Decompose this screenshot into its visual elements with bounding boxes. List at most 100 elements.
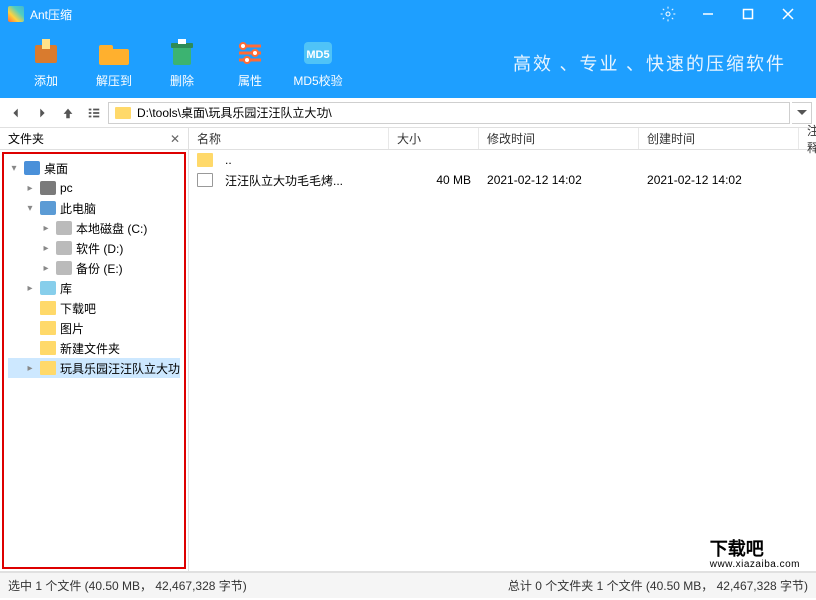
col-note[interactable]: 注释 <box>799 128 816 149</box>
expander-icon[interactable]: ▾ <box>8 163 20 174</box>
titlebar: Ant压缩 <box>0 0 816 28</box>
tree-item[interactable]: 图片 <box>8 318 180 338</box>
sidebar-header: 文件夹 ✕ <box>0 128 188 150</box>
settings-button[interactable] <box>648 0 688 28</box>
file-name: 汪汪队立大功毛毛烤... <box>217 172 389 189</box>
col-name[interactable]: 名称 <box>189 128 389 149</box>
tree-item[interactable]: ▸ pc <box>8 178 180 198</box>
extract-icon <box>96 38 132 68</box>
tree-item-label: pc <box>60 181 73 195</box>
file-size: 40 MB <box>389 173 479 187</box>
extract-label: 解压到 <box>96 72 132 89</box>
delete-label: 删除 <box>170 72 194 89</box>
add-button[interactable]: 添加 <box>12 32 80 94</box>
path-text: D:\tools\桌面\玩具乐园汪汪队立大功\ <box>137 104 332 121</box>
expander-icon[interactable]: ▸ <box>24 363 36 374</box>
main: 文件夹 ✕ ▾桌面 ▸ pc ▾ 此电脑 ▸ 本地磁盘 (C:) ▸ 软件 (D:) ▸ 备份 (E… <box>0 128 816 572</box>
watermark-main: 下载吧 <box>710 539 764 559</box>
delete-icon <box>164 38 200 68</box>
tree-item[interactable]: ▸ 玩具乐园汪汪队立大功 <box>8 358 180 378</box>
watermark-sub: www.xiazaiba.com <box>710 559 800 570</box>
folder-icon <box>197 153 213 167</box>
maximize-button[interactable] <box>728 0 768 28</box>
tree-item[interactable]: ▸ 软件 (D:) <box>8 238 180 258</box>
disk-icon <box>56 221 72 235</box>
sidebar-title: 文件夹 <box>8 130 44 147</box>
list-body: ..汪汪队立大功毛毛烤...40 MB2021-02-12 14:022021-… <box>189 150 816 571</box>
extract-button[interactable]: 解压到 <box>80 32 148 94</box>
nav-forward-button[interactable] <box>30 101 54 125</box>
app-title: Ant压缩 <box>30 6 648 23</box>
close-button[interactable] <box>768 0 808 28</box>
file-mod: 2021-02-12 14:02 <box>479 173 639 187</box>
md5-button[interactable]: MD5 MD5校验 <box>284 32 352 94</box>
folder-icon <box>40 321 56 335</box>
expander-icon[interactable]: ▾ <box>24 203 36 214</box>
statusbar: 选中 1 个文件 (40.50 MB， 42,467,328 字节) 总计 0 … <box>0 572 816 598</box>
watermark: 下载吧 www.xiazaiba.com <box>704 533 806 570</box>
expander-icon[interactable]: ▸ <box>24 183 36 194</box>
minimize-button[interactable] <box>688 0 728 28</box>
status-right: 总计 0 个文件夹 1 个文件 (40.50 MB， 42,467,328 字节… <box>508 577 808 594</box>
toolbar: 添加 解压到 删除 属性 MD5 MD5校验 高效 、专业 、快速的压缩软件 <box>0 28 816 98</box>
tree-item[interactable]: ▸库 <box>8 278 180 298</box>
nav-back-button[interactable] <box>4 101 28 125</box>
tree-item[interactable]: ▸ 备份 (E:) <box>8 258 180 278</box>
delete-button[interactable]: 删除 <box>148 32 216 94</box>
file-create: 2021-02-12 14:02 <box>639 173 799 187</box>
tree-item-label: 玩具乐园汪汪队立大功 <box>60 360 180 377</box>
add-label: 添加 <box>34 72 58 89</box>
folder-icon <box>115 107 131 119</box>
view-list-button[interactable] <box>82 101 106 125</box>
file-name: .. <box>217 153 389 167</box>
pathbar: D:\tools\桌面\玩具乐园汪汪队立大功\ <box>0 98 816 128</box>
status-left: 选中 1 个文件 (40.50 MB， 42,467,328 字节) <box>8 577 247 594</box>
tree-item-label: 库 <box>60 280 72 297</box>
disk-icon <box>56 241 72 255</box>
slogan: 高效 、专业 、快速的压缩软件 <box>513 50 786 76</box>
app-icon <box>8 6 24 22</box>
props-label: 属性 <box>238 72 262 89</box>
file-list: 名称 大小 修改时间 创建时间 注释 ..汪汪队立大功毛毛烤...40 MB20… <box>189 128 816 571</box>
folder-icon <box>40 341 56 355</box>
sidebar-close-button[interactable]: ✕ <box>170 132 180 146</box>
md5-icon: MD5 <box>300 38 336 68</box>
expander-icon[interactable]: ▸ <box>40 243 52 254</box>
props-icon <box>232 38 268 68</box>
list-header: 名称 大小 修改时间 创建时间 注释 <box>189 128 816 150</box>
path-input[interactable]: D:\tools\桌面\玩具乐园汪汪队立大功\ <box>108 102 790 124</box>
svg-text:MD5: MD5 <box>306 49 329 61</box>
tree-item[interactable]: ▾ 此电脑 <box>8 198 180 218</box>
props-button[interactable]: 属性 <box>216 32 284 94</box>
col-mod[interactable]: 修改时间 <box>479 128 639 149</box>
thispc-icon <box>40 201 56 215</box>
col-size[interactable]: 大小 <box>389 128 479 149</box>
tree-item-label: 备份 (E:) <box>76 260 123 277</box>
expander-icon[interactable]: ▸ <box>40 223 52 234</box>
folder-tree: ▾桌面▸pc▾此电脑▸本地磁盘 (C:)▸软件 (D:)▸备份 (E:)▸库下载… <box>2 152 186 569</box>
tree-item-label: 本地磁盘 (C:) <box>76 220 147 237</box>
tree-item[interactable]: ▸ 本地磁盘 (C:) <box>8 218 180 238</box>
tree-item[interactable]: ▾桌面 <box>8 158 180 178</box>
add-icon <box>28 38 64 68</box>
file-row[interactable]: .. <box>189 150 816 170</box>
expander-icon[interactable]: ▸ <box>40 263 52 274</box>
pc-icon <box>40 181 56 195</box>
tree-item-label: 新建文件夹 <box>60 340 120 357</box>
tree-item-label: 软件 (D:) <box>76 240 123 257</box>
tree-item[interactable]: 新建文件夹 <box>8 338 180 358</box>
lib-icon <box>40 281 56 295</box>
path-dropdown-button[interactable] <box>792 102 812 124</box>
sidebar: 文件夹 ✕ ▾桌面 ▸ pc ▾ 此电脑 ▸ 本地磁盘 (C:) ▸ 软件 (D:) ▸ 备份 (E… <box>0 128 189 571</box>
tree-item-label: 图片 <box>60 320 84 337</box>
tree-item-label: 此电脑 <box>60 200 96 217</box>
file-row[interactable]: 汪汪队立大功毛毛烤...40 MB2021-02-12 14:022021-02… <box>189 170 816 190</box>
folder-icon <box>40 361 56 375</box>
desktop-icon <box>24 161 40 175</box>
col-create[interactable]: 创建时间 <box>639 128 799 149</box>
md5-label: MD5校验 <box>293 72 342 89</box>
tree-item[interactable]: 下载吧 <box>8 298 180 318</box>
expander-icon[interactable]: ▸ <box>24 283 36 294</box>
folder-icon <box>40 301 56 315</box>
nav-up-button[interactable] <box>56 101 80 125</box>
